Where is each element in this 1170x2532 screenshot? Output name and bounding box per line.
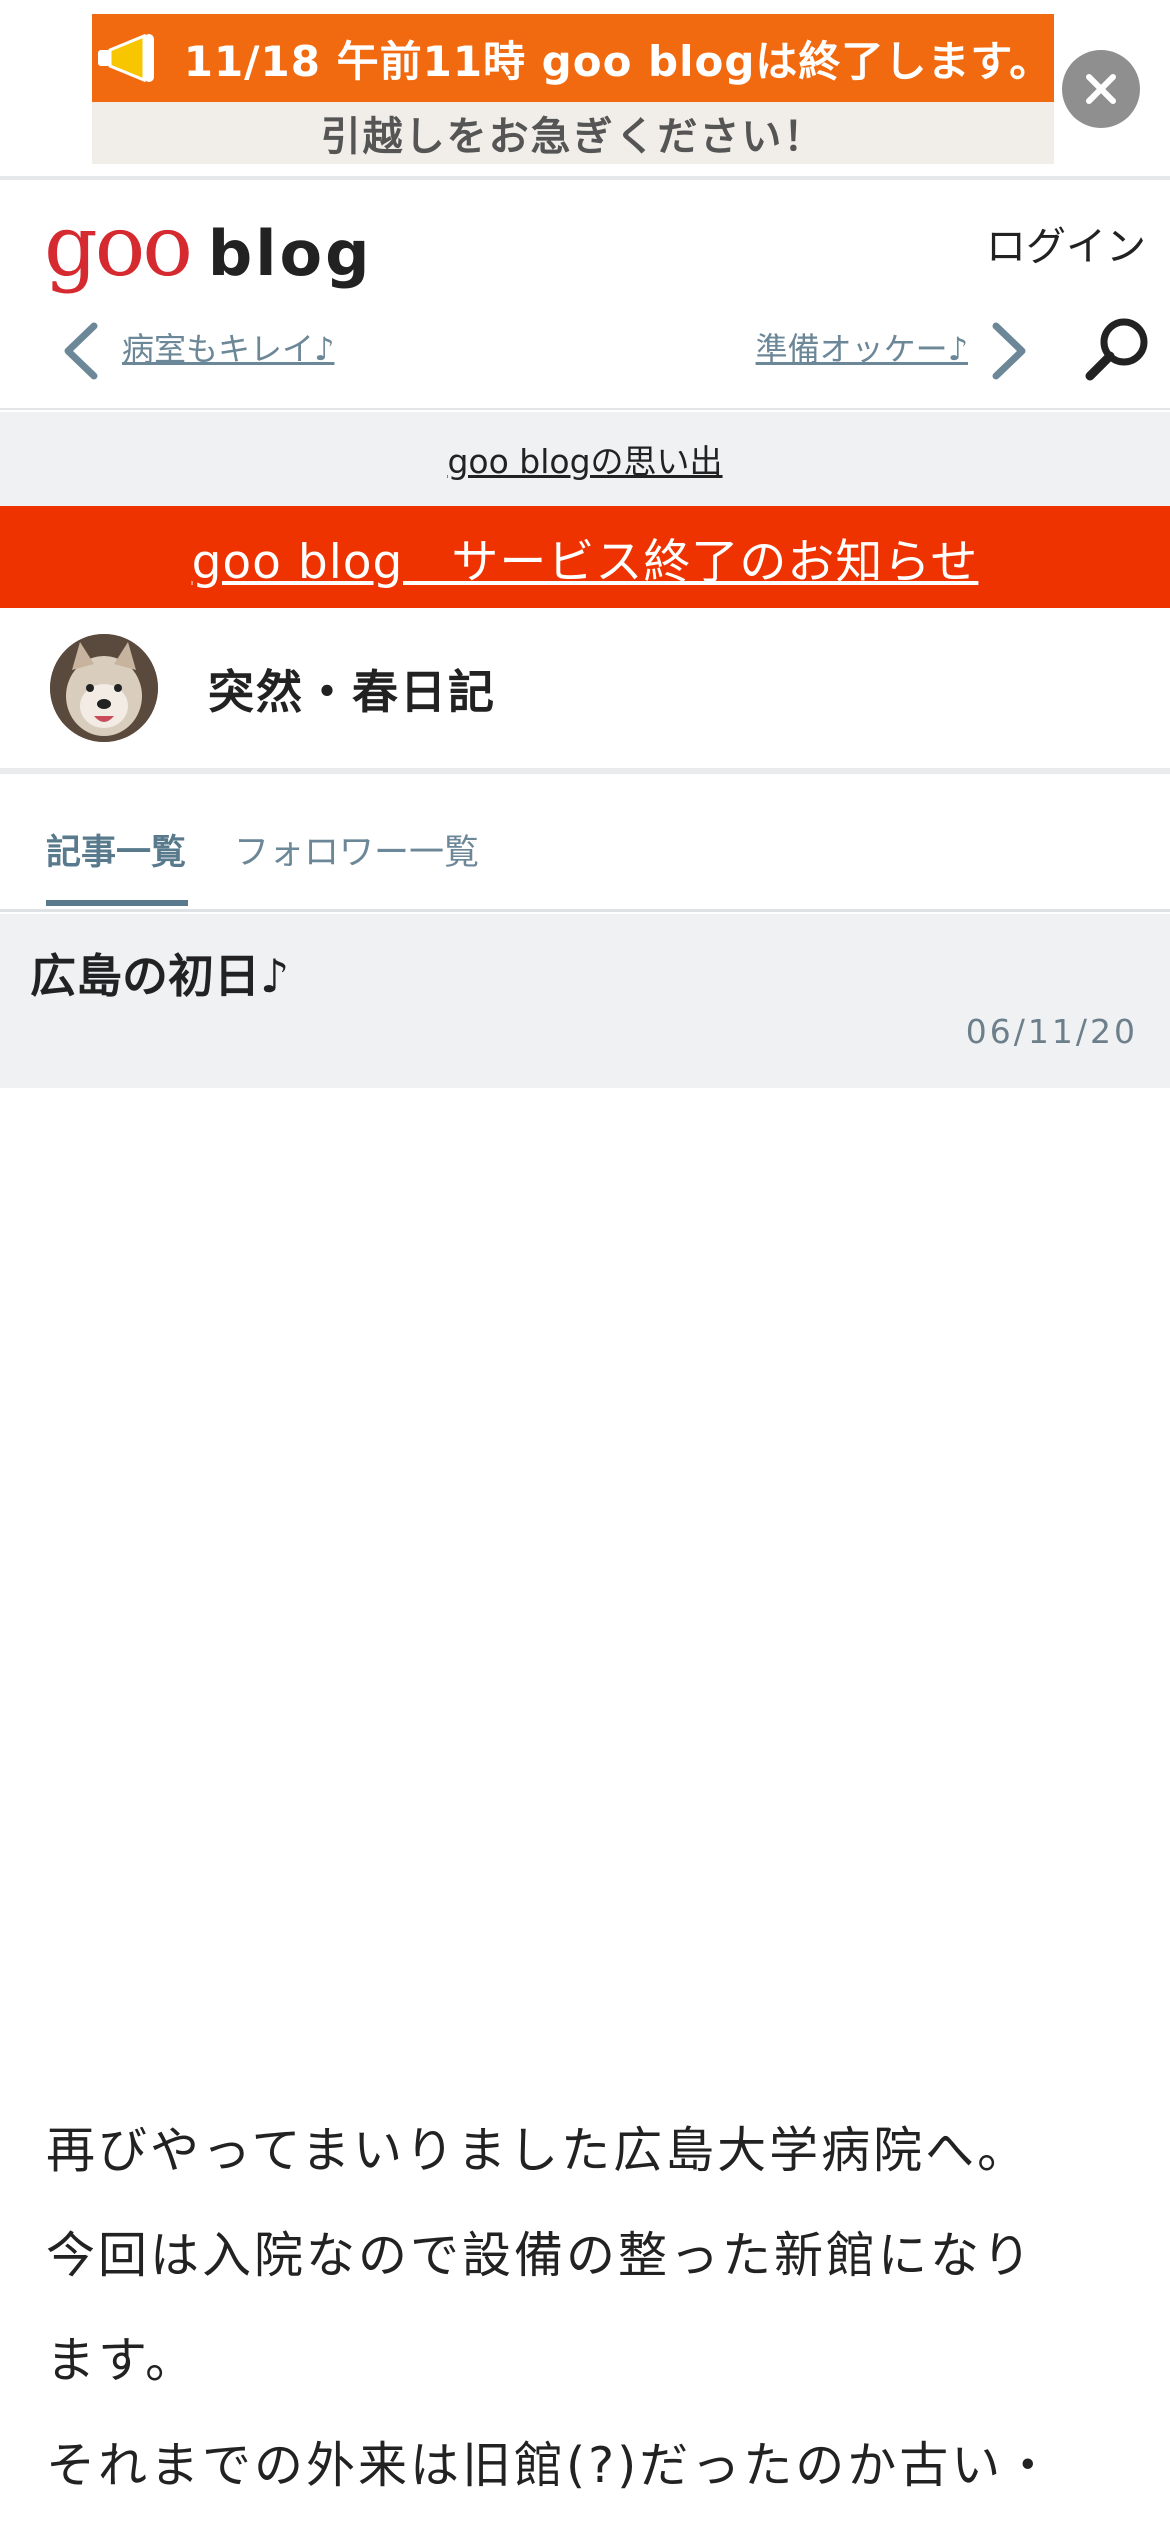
close-icon: [1086, 74, 1116, 104]
chevron-left-icon[interactable]: [58, 320, 104, 382]
article-date: 06/11/20: [965, 1012, 1138, 1051]
tab-articles[interactable]: 記事一覧: [46, 824, 186, 875]
blog-tabs: 記事一覧 フォロワー一覧: [0, 790, 1170, 912]
login-link[interactable]: ログイン: [986, 214, 1146, 272]
ad-banner[interactable]: 11/18 午前11時 goo blogは終了します。 引越しをお急ぎください！: [92, 14, 1054, 164]
goo-blog-logo[interactable]: goo blog: [44, 197, 373, 295]
article-nav: 病室もキレイ♪ 準備オッケー♪: [0, 312, 1170, 388]
site-header: goo blog ログイン 病室もキレイ♪ 準備オッケー♪: [0, 184, 1170, 410]
ad-banner-area: 11/18 午前11時 goo blogは終了します。 引越しをお急ぎください！: [0, 0, 1170, 180]
tab-followers[interactable]: フォロワー一覧: [234, 824, 479, 875]
megaphone-icon: [97, 33, 154, 83]
logo-goo-text: goo: [44, 197, 193, 295]
avatar[interactable]: [50, 634, 158, 742]
ad-banner-line1: 11/18 午前11時 goo blogは終了します。: [183, 36, 1053, 86]
dog-avatar-image: [50, 634, 158, 742]
ad-banner-line2: 引越しをお急ぎください！: [320, 114, 826, 160]
service-end-bar: goo blog サービス終了のお知らせ: [0, 506, 1170, 608]
article-body-line: 再びやってまいりました広島大学病院へ。: [46, 2122, 1030, 2179]
prev-article-link[interactable]: 病室もキレイ♪: [122, 324, 334, 370]
article-body: 再びやってまいりました広島大学病院へ。 今回は入院なので設備の整った新館になり …: [46, 2098, 1136, 2518]
article-body-line: それまでの外来は旧館(?)だったのか古い・: [46, 2437, 1056, 2494]
active-tab-indicator: [46, 900, 188, 906]
search-icon[interactable]: [1082, 314, 1152, 384]
article-title: 広島の初日♪: [30, 949, 290, 1003]
article-body-line: ます。: [46, 2332, 198, 2389]
memories-bar: goo blogの思い出: [0, 412, 1170, 506]
ad-banner-top: 11/18 午前11時 goo blogは終了します。: [92, 14, 1054, 102]
article-body-line: 今回は入院なので設備の整った新館になり: [46, 2227, 1035, 2284]
chevron-right-icon[interactable]: [986, 320, 1032, 382]
close-banner-button[interactable]: [1062, 50, 1140, 128]
article-header: 広島の初日♪ 06/11/20: [0, 914, 1170, 1088]
blog-title[interactable]: 突然・春日記: [208, 656, 496, 722]
memories-link[interactable]: goo blogの思い出: [447, 435, 722, 483]
logo-blog-text: blog: [207, 217, 373, 290]
next-article-link[interactable]: 準備オッケー♪: [756, 324, 968, 370]
blog-header: 突然・春日記: [0, 608, 1170, 774]
service-end-link[interactable]: goo blog サービス終了のお知らせ: [192, 523, 979, 592]
